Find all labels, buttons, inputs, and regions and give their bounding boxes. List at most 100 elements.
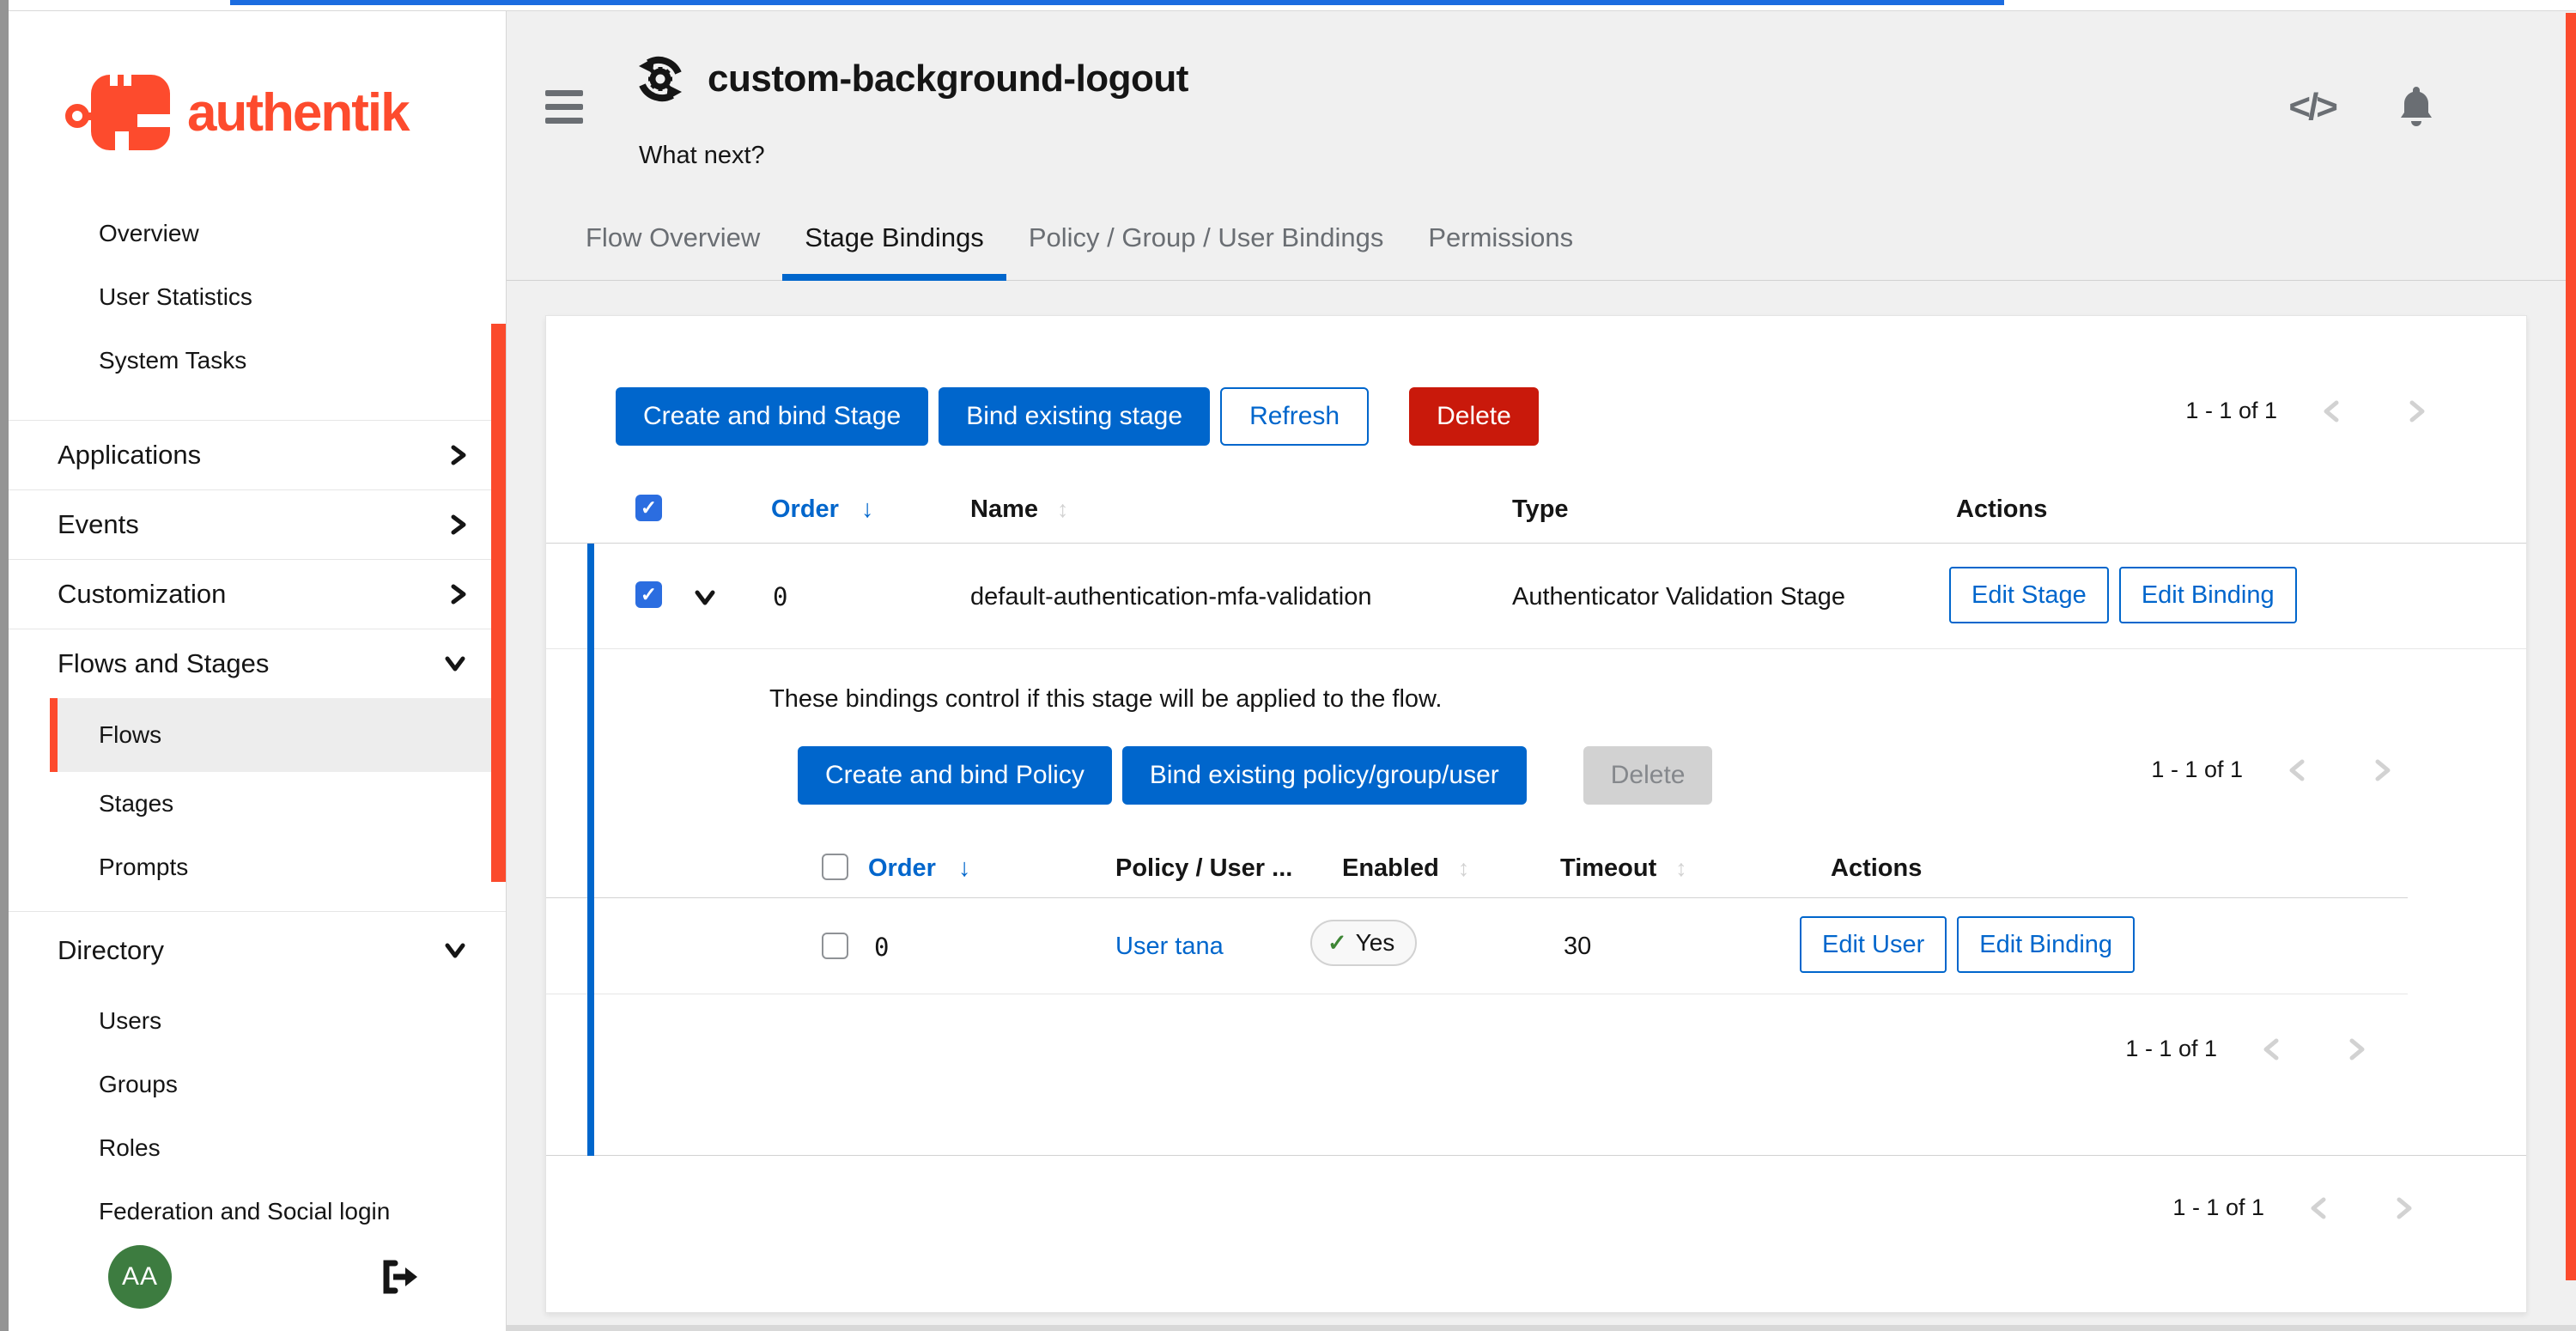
cell-order: 0 <box>773 582 787 611</box>
page-subtitle: What next? <box>639 142 765 170</box>
select-all-checkbox[interactable]: ✓ <box>635 495 662 521</box>
stage-table-row: ✓ 0 default-authentication-mfa-validatio… <box>546 544 2526 649</box>
edit-binding-button[interactable]: Edit Binding <box>1957 916 2135 973</box>
column-header-actions: Actions <box>1956 495 2047 524</box>
column-header-order[interactable]: Order↓ <box>868 854 970 883</box>
edit-binding-button[interactable]: Edit Binding <box>2119 567 2297 623</box>
sort-descending-icon: ↓ <box>861 495 874 523</box>
row-expander-chevron-down-icon[interactable] <box>692 588 718 607</box>
logout-icon[interactable] <box>381 1260 419 1294</box>
sidebar-group-directory[interactable]: Directory <box>9 912 506 989</box>
avatar[interactable]: AA <box>108 1245 172 1309</box>
sidebar-item-overview[interactable]: Overview <box>9 202 506 265</box>
column-header-order[interactable]: Order↓ <box>771 495 873 524</box>
delete-button[interactable]: Delete <box>1409 387 1539 446</box>
pagination-range: 1 - 1 of 1 <box>2185 398 2277 424</box>
api-code-icon[interactable]: </> <box>2288 86 2336 129</box>
pagination-next-icon[interactable] <box>2351 757 2415 783</box>
sidebar-item-federation[interactable]: Federation and Social login <box>9 1180 506 1243</box>
select-all-checkbox[interactable] <box>822 854 848 880</box>
sidebar-item-flows[interactable]: Flows <box>50 698 506 772</box>
sidebar-group-flows-and-stages[interactable]: Flows and Stages <box>9 629 506 698</box>
enabled-badge: ✓ Yes <box>1310 920 1417 966</box>
authentik-logo-text: authentik <box>187 82 409 143</box>
policy-table-header: Order↓ Policy / User ... Enabled↕ Timeou… <box>546 847 2408 898</box>
bind-existing-policy-button[interactable]: Bind existing policy/group/user <box>1122 746 1527 805</box>
hamburger-menu-icon[interactable] <box>545 90 583 131</box>
sidebar-group-events[interactable]: Events <box>9 490 506 559</box>
sidebar-item-stages[interactable]: Stages <box>50 772 506 836</box>
cell-name: default-authentication-mfa-validation <box>970 583 1372 611</box>
pagination-inner-bottom: 1 - 1 of 1 <box>2125 1036 2389 1062</box>
tab-policy-group-user-bindings[interactable]: Policy / Group / User Bindings <box>1006 222 1406 281</box>
delete-policy-button[interactable]: Delete <box>1583 746 1713 805</box>
tab-permissions[interactable]: Permissions <box>1406 222 1595 281</box>
sidebar-item-roles[interactable]: Roles <box>9 1116 506 1180</box>
chevron-right-icon <box>449 512 468 538</box>
notification-bell-icon[interactable] <box>2396 85 2437 130</box>
create-and-bind-policy-button[interactable]: Create and bind Policy <box>798 746 1112 805</box>
sidebar-item-prompts[interactable]: Prompts <box>50 836 506 899</box>
column-header-actions: Actions <box>1831 854 1922 883</box>
sidebar-item-system-tasks[interactable]: System Tasks <box>9 329 506 392</box>
pagination-range: 1 - 1 of 1 <box>2125 1036 2217 1062</box>
pagination-prev-icon[interactable] <box>2300 398 2363 424</box>
policy-table-row: 0 User tana ✓ Yes 30 Edit User Edit Bind… <box>546 898 2408 994</box>
sidebar-item-groups[interactable]: Groups <box>9 1053 506 1116</box>
chevron-right-icon <box>449 581 468 607</box>
user-link[interactable]: User tana <box>1115 933 1224 961</box>
tab-stage-bindings[interactable]: Stage Bindings <box>782 222 1006 281</box>
flow-icon <box>635 54 685 104</box>
chevron-down-icon <box>442 941 468 960</box>
bind-existing-stage-button[interactable]: Bind existing stage <box>939 387 1210 446</box>
column-header-timeout[interactable]: Timeout↕ <box>1560 854 1687 883</box>
page-header: custom-background-logout What next? </> … <box>507 11 2566 281</box>
sidebar-item-user-statistics[interactable]: User Statistics <box>9 265 506 329</box>
policy-toolbar: Create and bind Policy Bind existing pol… <box>798 746 1712 805</box>
refresh-button[interactable]: Refresh <box>1220 387 1369 446</box>
sidebar-item-users[interactable]: Users <box>9 989 506 1053</box>
chevron-down-icon <box>442 654 468 673</box>
sidebar-scrollbar[interactable] <box>491 324 506 882</box>
pagination-prev-icon[interactable] <box>2287 1195 2350 1221</box>
window-bottom-edge <box>507 1325 2576 1331</box>
pagination-next-icon[interactable] <box>2372 1195 2436 1221</box>
main-content: Create and bind Stage Bind existing stag… <box>507 282 2566 1325</box>
pagination-next-icon[interactable] <box>2385 398 2449 424</box>
authentik-admin-app: authentik Overview User Statistics Syste… <box>0 0 2576 1331</box>
authentik-logo[interactable]: authentik <box>65 64 506 161</box>
stage-bindings-card: Create and bind Stage Bind existing stag… <box>545 315 2527 1313</box>
pagination-inner-top: 1 - 1 of 1 <box>2151 757 2415 783</box>
cell-timeout: 30 <box>1564 933 1591 961</box>
tab-bar: Flow Overview Stage Bindings Policy / Gr… <box>563 222 1595 281</box>
column-header-type: Type <box>1512 495 1569 524</box>
window-left-edge <box>0 0 9 1331</box>
sidebar-group-customization[interactable]: Customization <box>9 560 506 629</box>
check-icon: ✓ <box>1327 930 1347 957</box>
cell-type: Authenticator Validation Stage <box>1512 583 1845 611</box>
tab-flow-overview[interactable]: Flow Overview <box>563 222 782 281</box>
expanded-row-indicator <box>587 544 594 1156</box>
sort-icon: ↕ <box>1675 855 1687 881</box>
sort-icon: ↕ <box>1458 855 1470 881</box>
cell-actions: Edit User Edit Binding <box>1800 916 2135 973</box>
column-header-enabled[interactable]: Enabled↕ <box>1342 854 1469 883</box>
sidebar-group-applications[interactable]: Applications <box>9 421 506 489</box>
sort-icon: ↕ <box>1057 496 1069 522</box>
page-title: custom-background-logout <box>708 58 1188 100</box>
sidebar: authentik Overview User Statistics Syste… <box>9 11 507 1331</box>
pagination-top: 1 - 1 of 1 <box>2185 398 2449 424</box>
bindings-description: These bindings control if this stage wil… <box>769 685 1442 714</box>
row-checkbox[interactable]: ✓ <box>635 581 662 608</box>
stage-toolbar: Create and bind Stage Bind existing stag… <box>616 387 1539 446</box>
pagination-prev-icon[interactable] <box>2265 757 2329 783</box>
page-scrollbar[interactable] <box>2566 13 2576 1280</box>
edit-stage-button[interactable]: Edit Stage <box>1949 567 2109 623</box>
top-blue-line <box>230 0 2004 5</box>
edit-user-button[interactable]: Edit User <box>1800 916 1947 973</box>
column-header-name[interactable]: Name↕ <box>970 495 1069 524</box>
create-and-bind-stage-button[interactable]: Create and bind Stage <box>616 387 928 446</box>
row-checkbox[interactable] <box>822 933 848 959</box>
pagination-next-icon[interactable] <box>2325 1036 2389 1062</box>
pagination-prev-icon[interactable] <box>2239 1036 2303 1062</box>
